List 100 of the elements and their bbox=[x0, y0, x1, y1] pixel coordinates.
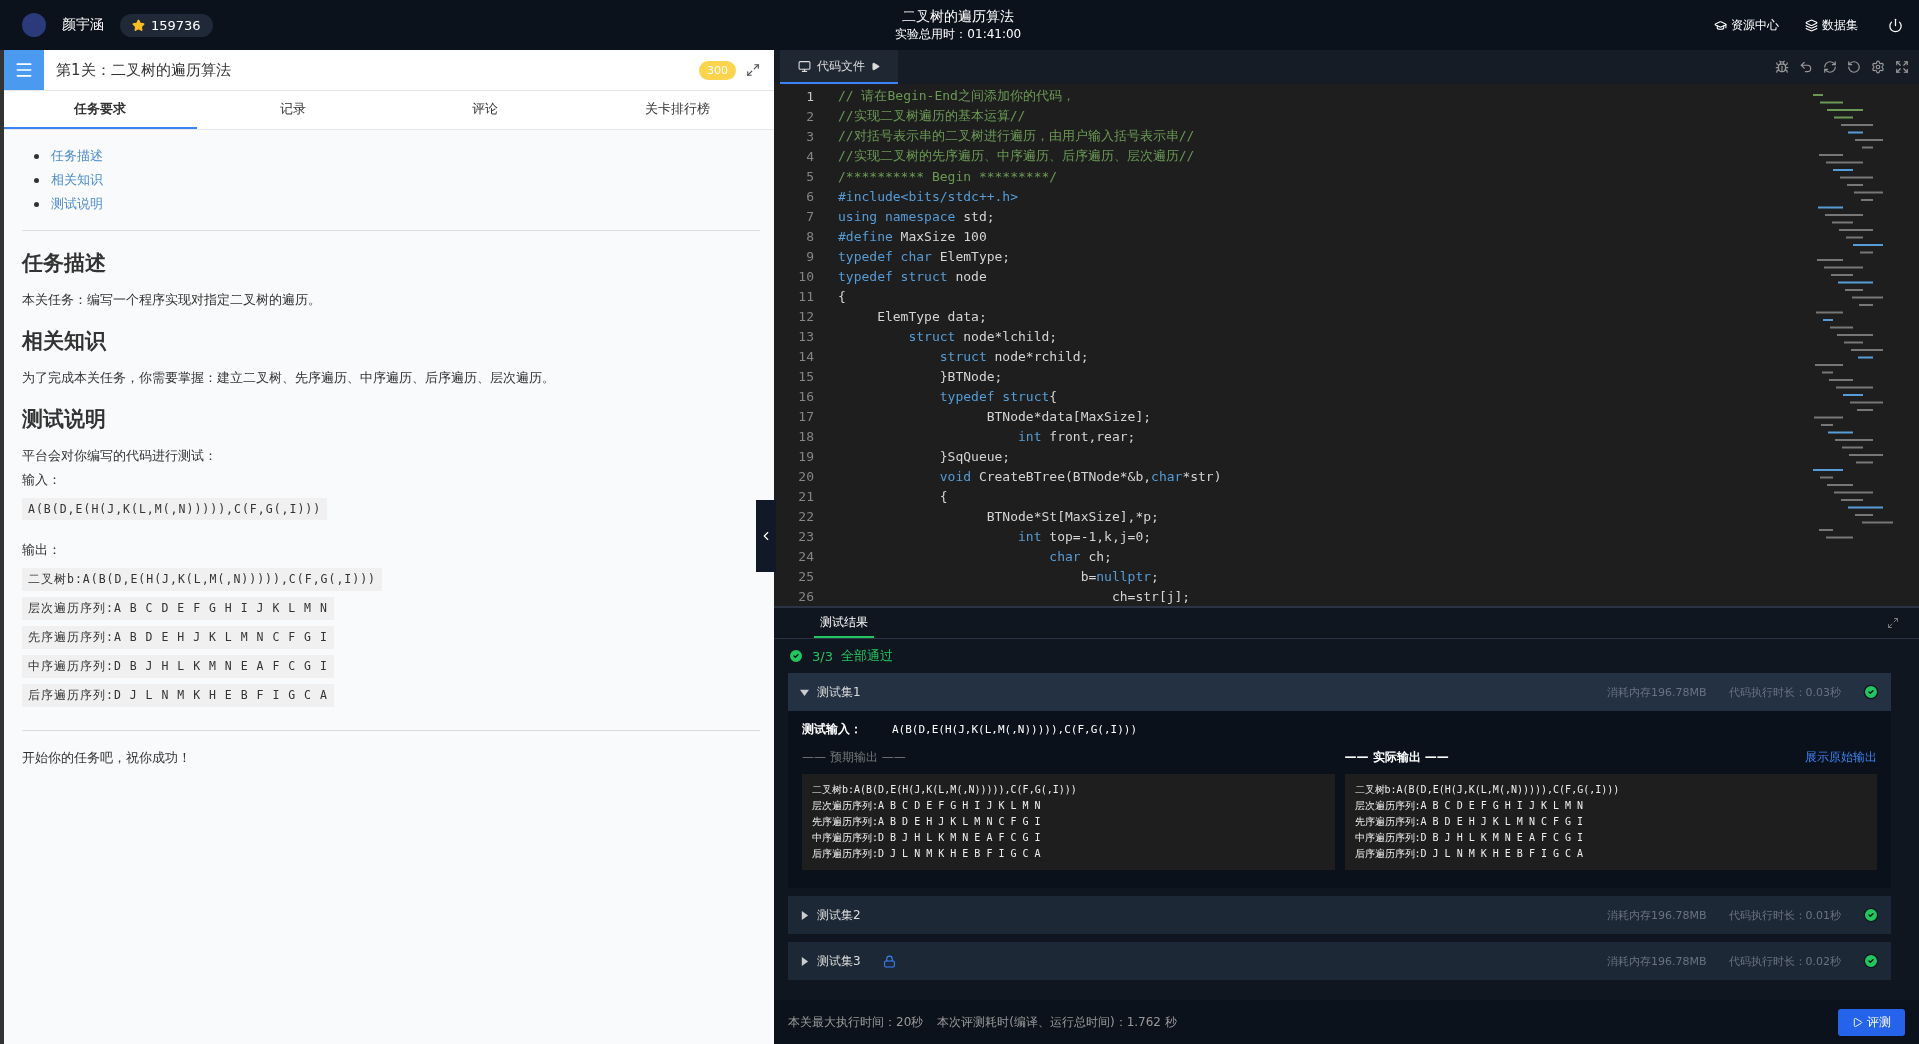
level-title: 第1关：二叉树的遍历算法 bbox=[56, 60, 232, 80]
test-set-name: 测试集3 bbox=[817, 952, 861, 970]
undo-icon[interactable] bbox=[1799, 60, 1813, 74]
code-line: }BTNode; bbox=[938, 368, 1003, 384]
code-line: //实现二叉树的先序遍历、中序遍历、后序遍历、层次遍历// bbox=[838, 147, 1195, 165]
user-name: 颜宇涵 bbox=[62, 16, 104, 34]
total-time: 实验总用时：01:41:00 bbox=[895, 25, 1022, 43]
top-link[interactable]: 数据集 bbox=[1805, 16, 1858, 34]
line-number: 23 bbox=[797, 528, 814, 544]
editor-tab[interactable]: 代码文件 bbox=[780, 50, 898, 84]
results-tab[interactable]: 测试结果 bbox=[814, 608, 874, 638]
max-time-text: 本关最大执行时间：20秒 bbox=[788, 1013, 924, 1031]
time-text: 代码执行时长：0.01秒 bbox=[1728, 907, 1841, 923]
fullscreen-icon[interactable] bbox=[1895, 60, 1909, 74]
graduation-cap-icon bbox=[1714, 18, 1727, 32]
line-number: 2 bbox=[805, 108, 814, 124]
layers-icon bbox=[1805, 18, 1818, 32]
line-number: 21 bbox=[797, 488, 814, 504]
code-line: b=nullptr; bbox=[1079, 568, 1159, 584]
output-line: 后序遍历序列:D J L N M K H E B F I G C A bbox=[812, 847, 1042, 861]
output-line: 先序遍历序列:A B D E H J K L M N C F G I bbox=[812, 815, 1042, 829]
line-number: 19 bbox=[797, 448, 814, 464]
code-line: #include<bits/stdc++.h> bbox=[838, 188, 1018, 204]
code-line: #define MaxSize 100 bbox=[838, 228, 987, 244]
test-set-header[interactable]: 测试集3 消耗内存196.78MB 代码执行时长：0.02秒 bbox=[788, 942, 1891, 980]
code-line: struct node*lchild; bbox=[907, 328, 1058, 344]
expand-icon[interactable] bbox=[1887, 617, 1899, 629]
line-number: 1 bbox=[805, 88, 814, 104]
memory-text: 消耗内存196.78MB bbox=[1606, 953, 1707, 969]
tab[interactable]: 任务要求 bbox=[4, 91, 197, 129]
power-icon[interactable] bbox=[1888, 17, 1903, 33]
settings-icon[interactable] bbox=[1871, 60, 1885, 74]
score-badge: 300 bbox=[699, 60, 736, 80]
evaluate-button[interactable]: 评测 bbox=[1838, 1008, 1905, 1036]
output-line: 中序遍历序列:D B J H L K M N E A F C G I bbox=[1354, 831, 1585, 845]
line-number: 4 bbox=[805, 148, 814, 164]
line-number: 3 bbox=[805, 128, 814, 144]
code-line: using namespace std; bbox=[838, 208, 995, 224]
play-icon bbox=[1852, 1016, 1863, 1028]
expected-output-label: —— 预期输出 —— bbox=[802, 748, 906, 766]
code-line: int top=-1,k,j=0; bbox=[1017, 528, 1152, 544]
test-set-header[interactable]: 测试集2 消耗内存196.78MB 代码执行时长：0.01秒 bbox=[788, 896, 1891, 934]
code-line: BTNode*data[MaxSize]; bbox=[985, 408, 1152, 424]
code-line: //对括号表示串的二叉树进行遍历，由用户输入括号表示串// bbox=[838, 127, 1195, 145]
output-line: 先序遍历序列:A B D E H J K L M N C F G I bbox=[1354, 815, 1585, 829]
toc-link[interactable]: 测试说明 bbox=[51, 196, 103, 211]
line-number: 11 bbox=[797, 288, 814, 304]
test-set-name: 测试集1 bbox=[817, 683, 861, 701]
section-heading: 测试说明 bbox=[22, 406, 107, 433]
code-line: /********** Begin *********/ bbox=[838, 168, 1058, 184]
show-raw-output-link[interactable]: 展示原始输出 bbox=[1805, 748, 1877, 766]
code-line: // 请在Begin-End之间添加你的代码， bbox=[838, 87, 1075, 105]
logo-icon bbox=[22, 13, 46, 37]
tab[interactable]: 关卡排行榜 bbox=[581, 91, 774, 129]
line-number: 25 bbox=[797, 568, 814, 584]
test-set-name: 测试集2 bbox=[817, 906, 861, 924]
output-line: 二叉树b:A(B(D,E(H(J,K(L,M(,N))))),C(F,G(,I))) bbox=[1354, 783, 1621, 797]
label-text: 输出： bbox=[22, 541, 62, 559]
bug-icon[interactable] bbox=[1775, 60, 1789, 74]
reset-icon[interactable] bbox=[1847, 60, 1861, 74]
bullet-icon bbox=[34, 154, 39, 159]
code-line: char ch; bbox=[1048, 548, 1112, 564]
coin-icon bbox=[132, 18, 145, 32]
code-line: struct node*rchild; bbox=[938, 348, 1089, 364]
line-number: 7 bbox=[805, 208, 814, 224]
refresh-icon[interactable] bbox=[1823, 60, 1837, 74]
tab[interactable]: 评论 bbox=[389, 91, 582, 129]
input-value: A(B(D,E(H(J,K(L,M(,N))))),C(F,G(,I))) bbox=[892, 723, 1138, 736]
test-set-header[interactable]: 测试集1 消耗内存196.78MB 代码执行时长：0.03秒 bbox=[788, 673, 1891, 711]
expand-icon[interactable] bbox=[746, 63, 760, 77]
time-text: 代码执行时长：0.03秒 bbox=[1728, 684, 1841, 700]
line-number: 10 bbox=[797, 268, 814, 284]
pass-count: 3/3 bbox=[812, 648, 833, 664]
input-label: 测试输入： bbox=[802, 721, 862, 738]
page-title: 二叉树的遍历算法 bbox=[902, 7, 1015, 26]
output-line: 中序遍历序列:D B J H L K M N E A F C G I bbox=[812, 831, 1042, 845]
output-line: 二叉树b:A(B(D,E(H(J,K(L,M(,N))))),C(F,G(,I))) bbox=[812, 783, 1078, 797]
play-icon bbox=[871, 61, 880, 71]
code-line: { bbox=[938, 488, 948, 504]
paragraph: 本关任务：编写一个程序实现对指定二叉树的遍历。 bbox=[22, 291, 322, 309]
paragraph: 为了完成本关任务，你需要掌握：建立二叉树、先序遍历、中序遍历、后序遍历、层次遍历。 bbox=[22, 369, 556, 387]
line-number: 14 bbox=[797, 348, 814, 364]
line-number: 5 bbox=[805, 168, 814, 184]
code-line: ch=str[j]; bbox=[1110, 588, 1191, 604]
top-link[interactable]: 资源中心 bbox=[1714, 16, 1779, 34]
toc-link[interactable]: 任务描述 bbox=[51, 148, 103, 163]
toc-link[interactable]: 相关知识 bbox=[51, 172, 103, 187]
memory-text: 消耗内存196.78MB bbox=[1606, 684, 1707, 700]
output-line: 层次遍历序列:A B C D E F G H I J K L M N bbox=[1354, 799, 1585, 813]
line-number: 12 bbox=[797, 308, 814, 324]
menu-icon bbox=[14, 60, 34, 80]
code-line: typedef struct{ bbox=[938, 388, 1058, 404]
bullet-icon bbox=[34, 202, 39, 207]
monitor-icon bbox=[798, 59, 811, 73]
output-line: 层次遍历序列:A B C D E F G H I J K L M N bbox=[812, 799, 1042, 813]
line-number: 8 bbox=[805, 228, 814, 244]
tab[interactable]: 记录 bbox=[196, 91, 389, 129]
check-icon bbox=[788, 648, 804, 664]
pass-status: 全部通过 bbox=[840, 647, 893, 665]
section-heading: 相关知识 bbox=[22, 328, 107, 355]
